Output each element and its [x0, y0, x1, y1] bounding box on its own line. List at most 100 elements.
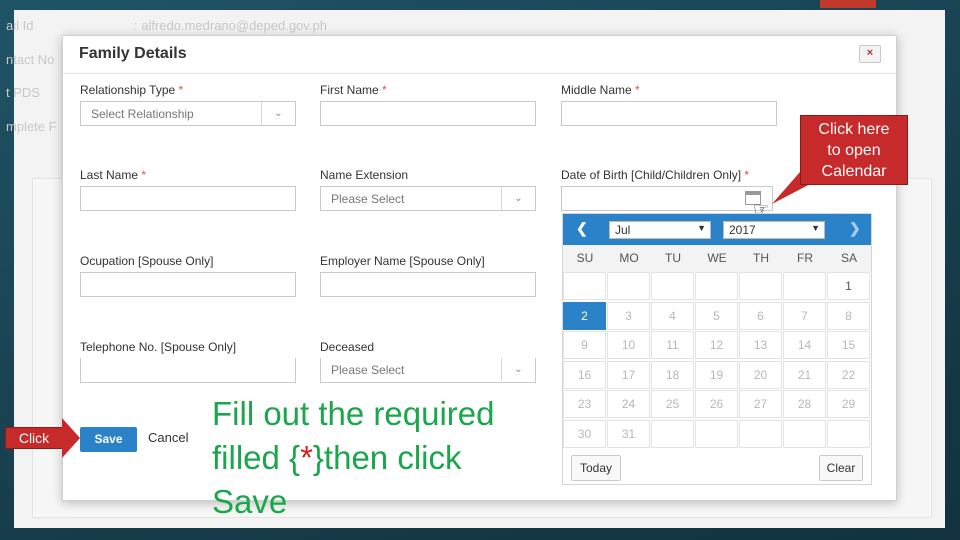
calendar-day[interactable]: 15 — [827, 331, 870, 359]
first-name-input[interactable] — [320, 101, 536, 126]
relationship-type-label: Relationship Type * — [80, 83, 184, 97]
calendar-day[interactable]: 27 — [739, 390, 782, 418]
instruction-text: Fill out the required filled {*}then cli… — [212, 395, 495, 520]
calendar-day[interactable]: 16 — [563, 360, 606, 389]
clear-button[interactable]: Clear — [819, 455, 863, 481]
weekday-label: TH — [753, 251, 769, 265]
first-name-label: First Name * — [320, 83, 387, 97]
date-of-birth-input[interactable]: ☞ — [561, 186, 773, 219]
last-name-input[interactable] — [80, 186, 296, 211]
weekday-label: SU — [576, 251, 594, 265]
date-picker: ❮ Jul ▼ 2017 ▼ ❯ SU MO TU WE TH FR SA 12… — [562, 213, 872, 485]
relationship-type-select[interactable]: Select Relationship ⌄ — [80, 101, 296, 126]
deceased-select[interactable]: Please Select ⌄ — [320, 358, 536, 383]
month-select[interactable]: Jul ▼ — [609, 221, 711, 239]
calendar-day[interactable]: 12 — [695, 331, 738, 359]
name-extension-placeholder: Please Select — [331, 192, 405, 206]
calendar-day[interactable]: 13 — [739, 331, 782, 359]
calendar-day[interactable]: 26 — [695, 390, 738, 418]
chevron-right-icon[interactable]: ❯ — [849, 220, 861, 237]
calendar-empty-cell — [651, 419, 694, 448]
year-select[interactable]: 2017 ▼ — [723, 221, 825, 239]
calendar-day[interactable]: 3 — [607, 301, 650, 330]
deceased-placeholder: Please Select — [331, 363, 405, 377]
relationship-type-placeholder: Select Relationship — [91, 107, 194, 121]
calendar-empty-cell — [739, 272, 782, 300]
calendar-empty-cell — [739, 419, 782, 448]
last-name-label: Last Name * — [80, 168, 147, 182]
weekday-label: MO — [619, 251, 639, 265]
calendar-day[interactable]: 6 — [739, 301, 782, 330]
name-extension-select[interactable]: Please Select ⌄ — [320, 186, 536, 211]
calendar-day[interactable]: 18 — [651, 360, 694, 389]
middle-name-input[interactable] — [561, 101, 777, 126]
calendar-day[interactable]: 8 — [827, 301, 870, 330]
calendar-empty-cell — [783, 419, 826, 448]
cancel-button[interactable]: Cancel — [148, 430, 188, 445]
chevron-down-icon: ⌄ — [501, 187, 535, 210]
calendar-day[interactable]: 25 — [651, 390, 694, 418]
calendar-day[interactable]: 31 — [607, 419, 650, 448]
calendar-empty-cell — [695, 272, 738, 300]
calendar-day[interactable]: 22 — [827, 360, 870, 389]
deceased-label: Deceased — [320, 340, 375, 354]
save-button[interactable]: Save — [80, 427, 137, 452]
weekday-label: FR — [797, 251, 813, 265]
calendar-day[interactable]: 21 — [783, 360, 826, 389]
calendar-day[interactable]: 20 — [739, 360, 782, 389]
calendar-day[interactable]: 2 — [563, 301, 606, 330]
weekday-label: WE — [707, 251, 727, 265]
bg-label-complete: mplete F — [6, 119, 57, 134]
calendar-day[interactable]: 19 — [695, 360, 738, 389]
calendar-day[interactable]: 28 — [783, 390, 826, 418]
calendar-day[interactable]: 11 — [651, 331, 694, 359]
calendar-day[interactable]: 23 — [563, 390, 606, 418]
calendar-day[interactable]: 29 — [827, 390, 870, 418]
calendar-empty-cell — [827, 419, 870, 448]
calendar-day[interactable]: 5 — [695, 301, 738, 330]
calendar-header: ❮ Jul ▼ 2017 ▼ ❯ — [563, 214, 871, 245]
callout-arrow — [62, 418, 80, 458]
weekday-header: SU MO TU WE TH FR SA — [563, 245, 871, 272]
modal-title: Family Details — [79, 45, 187, 62]
bg-label-email: ail Id — [6, 18, 34, 33]
calendar-day[interactable]: 7 — [783, 301, 826, 330]
close-button[interactable]: × — [859, 45, 881, 63]
calendar-empty-cell — [695, 419, 738, 448]
calendar-day[interactable]: 17 — [607, 360, 650, 389]
telephone-label: Telephone No. [Spouse Only] — [80, 340, 237, 354]
occupation-label: Ocupation [Spouse Only] — [80, 254, 214, 268]
weekday-label: TU — [665, 251, 681, 265]
slide-accent — [820, 0, 876, 8]
chevron-left-icon[interactable]: ❮ — [576, 220, 588, 237]
calendar-empty-cell — [607, 272, 650, 300]
chevron-down-icon: ⌄ — [501, 358, 535, 381]
calendar-empty-cell — [563, 272, 606, 300]
calendar-empty-cell — [783, 272, 826, 300]
dropdown-arrow-icon: ▼ — [811, 223, 820, 233]
employer-name-input[interactable] — [320, 272, 536, 297]
name-extension-label: Name Extension — [320, 168, 409, 182]
dropdown-arrow-icon: ▼ — [697, 223, 706, 233]
bg-label-contact: ntact No — [6, 52, 55, 67]
chevron-down-icon: ⌄ — [261, 102, 295, 125]
weekday-label: SA — [840, 251, 857, 265]
calendar-callout: Click here to open Calendar — [800, 115, 908, 185]
bg-email-value: : alfredo.medrano@deped.gov.ph — [134, 18, 327, 33]
calendar-day[interactable]: 30 — [563, 419, 606, 448]
occupation-input[interactable] — [80, 272, 296, 297]
employer-name-label: Employer Name [Spouse Only] — [320, 254, 485, 268]
click-callout: Click — [5, 427, 63, 449]
calendar-empty-cell — [651, 272, 694, 300]
middle-name-label: Middle Name * — [561, 83, 640, 97]
calendar-day[interactable]: 9 — [563, 331, 606, 359]
telephone-input[interactable] — [80, 358, 296, 383]
calendar-day[interactable]: 4 — [651, 301, 694, 330]
calendar-day[interactable]: 1 — [827, 272, 870, 300]
modal-header: Family Details × — [63, 36, 896, 74]
today-button[interactable]: Today — [571, 455, 621, 481]
calendar-day[interactable]: 14 — [783, 331, 826, 359]
calendar-day[interactable]: 10 — [607, 331, 650, 359]
calendar-day[interactable]: 24 — [607, 390, 650, 418]
date-of-birth-label: Date of Birth [Child/Children Only] * — [561, 168, 750, 182]
